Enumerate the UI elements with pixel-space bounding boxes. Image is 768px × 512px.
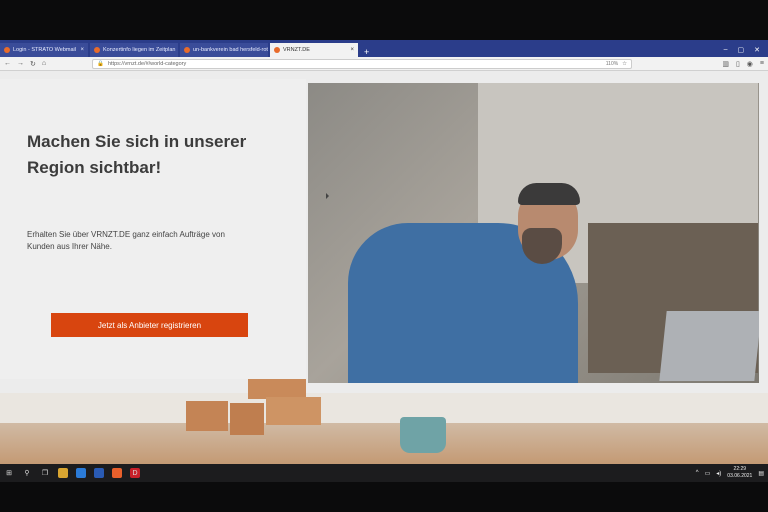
hero-subtext: Erhalten Sie über VRNZT.DE ganz einfach … [27,230,225,251]
clock-time: 22:29 [733,466,747,472]
register-provider-button[interactable]: Jetzt als Anbieter registrieren [51,313,248,337]
zoom-level[interactable]: 110% [606,61,618,67]
lock-icon: 🔒 [97,60,104,67]
notifications-icon[interactable]: ▤ [758,470,764,477]
tab-favicon-icon [184,47,190,53]
menu-icon[interactable]: ≡ [760,60,764,68]
reload-icon[interactable]: ↻ [30,60,36,68]
maximize-icon[interactable]: ▢ [738,46,745,54]
photo-laptop [659,311,759,381]
home-icon[interactable]: ⌂ [42,60,46,67]
taskbar-clock[interactable]: 22:29 03.06.2021 [727,466,752,480]
tab-bankverein[interactable]: un-bankverein bad hersfeld-rot × [180,43,268,57]
wood-block [248,377,306,399]
window-controls: – ▢ ✕ [716,46,768,57]
windows-start-icon[interactable]: ⊞ [4,468,14,478]
edge-browser-icon[interactable] [76,468,86,478]
browser-tab-bar: Login - STRATO Webmail × Konzertinfo lie… [0,40,768,57]
tab-label: Konzertinfo liegen im Zeitplan [103,47,176,53]
wood-block [266,397,321,425]
tab-label: un-bankverein bad hersfeld-rot [193,47,268,53]
tab-konzertinfo[interactable]: Konzertinfo liegen im Zeitplan × [90,43,178,57]
forward-icon[interactable]: → [17,60,24,67]
wood-block [186,401,228,431]
task-view-icon[interactable]: ❐ [40,468,50,478]
hero-photo [308,83,759,383]
mouse-cursor-icon [326,193,329,199]
clock-date: 03.06.2021 [727,473,753,479]
close-window-icon[interactable]: ✕ [754,46,760,54]
photo-workbench [0,393,768,464]
sidebar-icon[interactable]: ▯ [736,60,740,68]
volume-icon[interactable]: ◂) [716,470,721,477]
minimize-icon[interactable]: – [724,46,728,54]
tab-label: Login - STRATO Webmail [13,47,76,53]
address-bar[interactable]: 🔒 https://vrnzt.de/#/world-category 110%… [92,58,633,69]
word-icon[interactable] [94,468,104,478]
windows-taskbar: ⊞ ⚲ ❐ D ^ ▭ ◂) 22:29 03.06.2021 ▤ [0,464,768,482]
tab-favicon-icon [274,47,280,53]
tray-chevron-icon[interactable]: ^ [696,470,699,476]
new-tab-button[interactable]: + [360,47,373,57]
firefox-icon[interactable] [112,468,122,478]
tab-vrnzt[interactable]: VRNZT.DE × [270,43,358,57]
search-icon[interactable]: ⚲ [22,468,32,478]
network-icon[interactable]: ▭ [705,470,711,477]
back-icon[interactable]: ← [4,60,11,67]
file-explorer-icon[interactable] [58,468,68,478]
app-d-icon[interactable]: D [130,468,140,478]
page-content: Machen Sie sich in unserer Region sichtb… [0,71,768,464]
photo-man-hair [518,183,580,205]
system-tray: ^ ▭ ◂) 22:29 03.06.2021 ▤ [696,466,764,480]
monitor-screen: Login - STRATO Webmail × Konzertinfo lie… [0,40,768,464]
bookmark-star-icon[interactable]: ☆ [622,61,627,67]
wood-block [230,403,264,435]
library-icon[interactable]: ▥ [722,60,729,68]
tab-label: VRNZT.DE [283,47,310,53]
browser-nav-bar: ← → ↻ ⌂ 🔒 https://vrnzt.de/#/world-categ… [0,57,768,71]
url-text: https://vrnzt.de/#/world-category [107,60,187,67]
toolbar-icons: ▥ ▯ ◉ ≡ [722,60,764,68]
hero-text-panel: Machen Sie sich in unserer Region sichtb… [0,79,306,379]
photo-mug [400,417,446,453]
tab-favicon-icon [94,47,100,53]
hero-headline: Machen Sie sich in unserer Region sichtb… [27,132,247,177]
close-icon[interactable]: × [80,47,84,53]
tab-strato-webmail[interactable]: Login - STRATO Webmail × [0,43,88,57]
workbench-surface [0,393,768,423]
tab-favicon-icon [4,47,10,53]
close-icon[interactable]: × [350,47,354,53]
account-icon[interactable]: ◉ [747,60,753,68]
